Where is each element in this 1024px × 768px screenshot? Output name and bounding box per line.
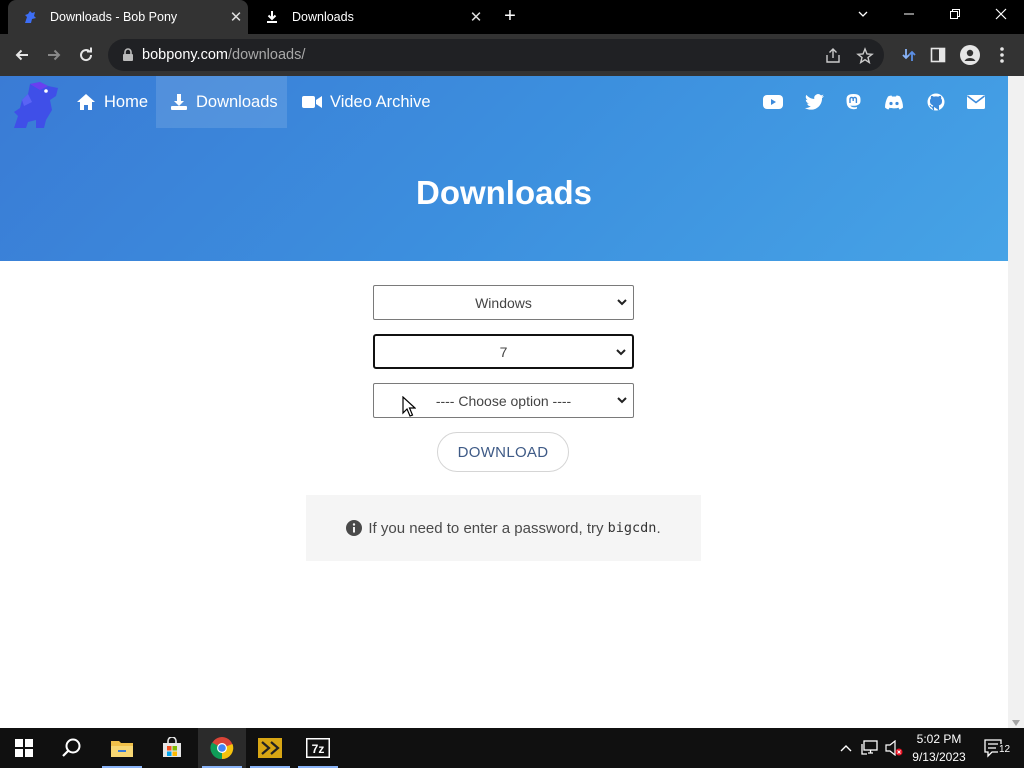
tab-downloads[interactable]: Downloads ✕ (250, 0, 488, 34)
store-icon (163, 737, 181, 757)
chevron-down-icon (617, 299, 627, 306)
reload-button[interactable] (72, 41, 100, 69)
mouse-pointer-icon (402, 396, 416, 417)
close-window-button[interactable] (978, 0, 1024, 34)
browser-toolbar: bobpony.com/downloads/ (0, 34, 1024, 76)
new-tab-button[interactable]: + (498, 4, 522, 28)
mail-icon[interactable] (966, 93, 986, 111)
volume-muted-icon[interactable] (885, 739, 903, 757)
password-code: bigcdn (607, 520, 657, 536)
yellow-app-icon (258, 738, 282, 758)
tab-search-chevron-icon[interactable] (840, 0, 886, 34)
site-navbar: Home Downloads Video Archive (0, 76, 1008, 128)
show-hidden-icons-chevron-icon[interactable] (837, 739, 855, 757)
youtube-icon[interactable] (763, 93, 783, 111)
forward-button[interactable] (40, 41, 68, 69)
chrome-taskbar-button[interactable] (198, 728, 246, 768)
search-button[interactable] (48, 728, 96, 768)
close-tab-icon[interactable]: ✕ (224, 8, 248, 26)
7zip-taskbar-button[interactable]: 7z (294, 728, 342, 768)
video-camera-icon (302, 93, 322, 111)
os-select[interactable]: Windows (373, 285, 634, 320)
microsoft-store-button[interactable] (148, 728, 196, 768)
restore-button[interactable] (932, 0, 978, 34)
page-title: Downloads (415, 174, 592, 211)
app-taskbar-button[interactable] (246, 728, 294, 768)
bob-pony-logo[interactable] (10, 80, 62, 130)
bookmark-star-icon[interactable] (856, 47, 874, 65)
notice-text: If you need to enter a password, try (368, 519, 608, 537)
lock-icon[interactable] (120, 47, 136, 63)
close-tab-icon[interactable]: ✕ (464, 8, 488, 26)
address-bar[interactable]: bobpony.com/downloads/ (108, 39, 884, 71)
svg-text:7z: 7z (312, 742, 325, 756)
chevron-down-icon (616, 349, 626, 356)
nav-downloads[interactable]: Downloads (156, 76, 287, 128)
hero-banner: Home Downloads Video Archive Downloads (0, 76, 1008, 261)
browser-menu-icon[interactable] (988, 41, 1016, 69)
tab-title: Downloads (292, 10, 354, 24)
web-page: Home Downloads Video Archive Downloads W… (0, 76, 1008, 728)
browser-tab-strip: Downloads - Bob Pony ✕ Downloads ✕ + (0, 0, 1024, 34)
bob-pony-favicon-icon (20, 9, 40, 25)
folder-icon (111, 741, 133, 757)
info-icon (346, 520, 363, 536)
twitter-icon[interactable] (804, 93, 824, 111)
url-domain: bobpony.com (142, 47, 228, 63)
version-select-value: 7 (499, 343, 508, 360)
discord-icon[interactable] (884, 93, 904, 111)
share-icon[interactable] (824, 47, 842, 65)
download-button[interactable]: DOWNLOAD (437, 432, 569, 472)
search-icon (62, 738, 81, 757)
minimize-button[interactable] (886, 0, 932, 34)
password-notice: If you need to enter a password, try big… (306, 495, 701, 561)
nav-video-archive[interactable]: Video Archive (288, 76, 445, 128)
7zip-icon: 7z (306, 738, 330, 758)
start-button[interactable] (0, 728, 48, 768)
action-center-button[interactable]: 12 (984, 739, 1014, 758)
tab-downloads-bob-pony[interactable]: Downloads - Bob Pony ✕ (8, 0, 248, 34)
clock-time: 5:02 PM (916, 732, 962, 746)
version-select[interactable]: 7 (373, 334, 634, 369)
notification-count-badge: 12 (998, 744, 1012, 756)
notice-period: . (656, 519, 661, 537)
file-explorer-button[interactable] (98, 728, 146, 768)
profile-avatar-icon[interactable] (956, 41, 984, 69)
option-select-value: ---- Choose option ---- (435, 392, 572, 409)
windows-taskbar: 7z 5:02 PM 9/13/2023 12 (0, 728, 1024, 768)
page-scrollbar[interactable] (1008, 76, 1024, 728)
mastodon-icon[interactable] (843, 93, 863, 111)
clock-date: 9/13/2023 (912, 750, 966, 764)
back-button[interactable] (8, 41, 36, 69)
chevron-down-icon (617, 397, 627, 404)
scroll-down-arrow-icon[interactable] (1012, 720, 1020, 726)
os-select-value: Windows (475, 294, 532, 311)
extension-download-icon[interactable] (895, 41, 923, 69)
chrome-icon (210, 737, 234, 760)
nav-video-archive-label: Video Archive (330, 92, 431, 111)
nav-downloads-label: Downloads (196, 92, 278, 111)
taskbar-clock[interactable]: 5:02 PM 9/13/2023 (906, 730, 972, 766)
windows-logo-icon (15, 739, 33, 757)
home-icon (76, 93, 96, 111)
download-icon (170, 93, 188, 111)
network-icon[interactable] (861, 739, 879, 757)
nav-home-label: Home (104, 92, 149, 111)
url-path: /downloads/ (227, 47, 306, 63)
nav-home[interactable]: Home (62, 76, 162, 128)
side-panel-icon[interactable] (924, 41, 952, 69)
github-icon[interactable] (926, 93, 946, 111)
url-text: bobpony.com/downloads/ (142, 47, 305, 63)
download-favicon-icon (262, 9, 282, 25)
tab-title: Downloads - Bob Pony (50, 10, 178, 24)
